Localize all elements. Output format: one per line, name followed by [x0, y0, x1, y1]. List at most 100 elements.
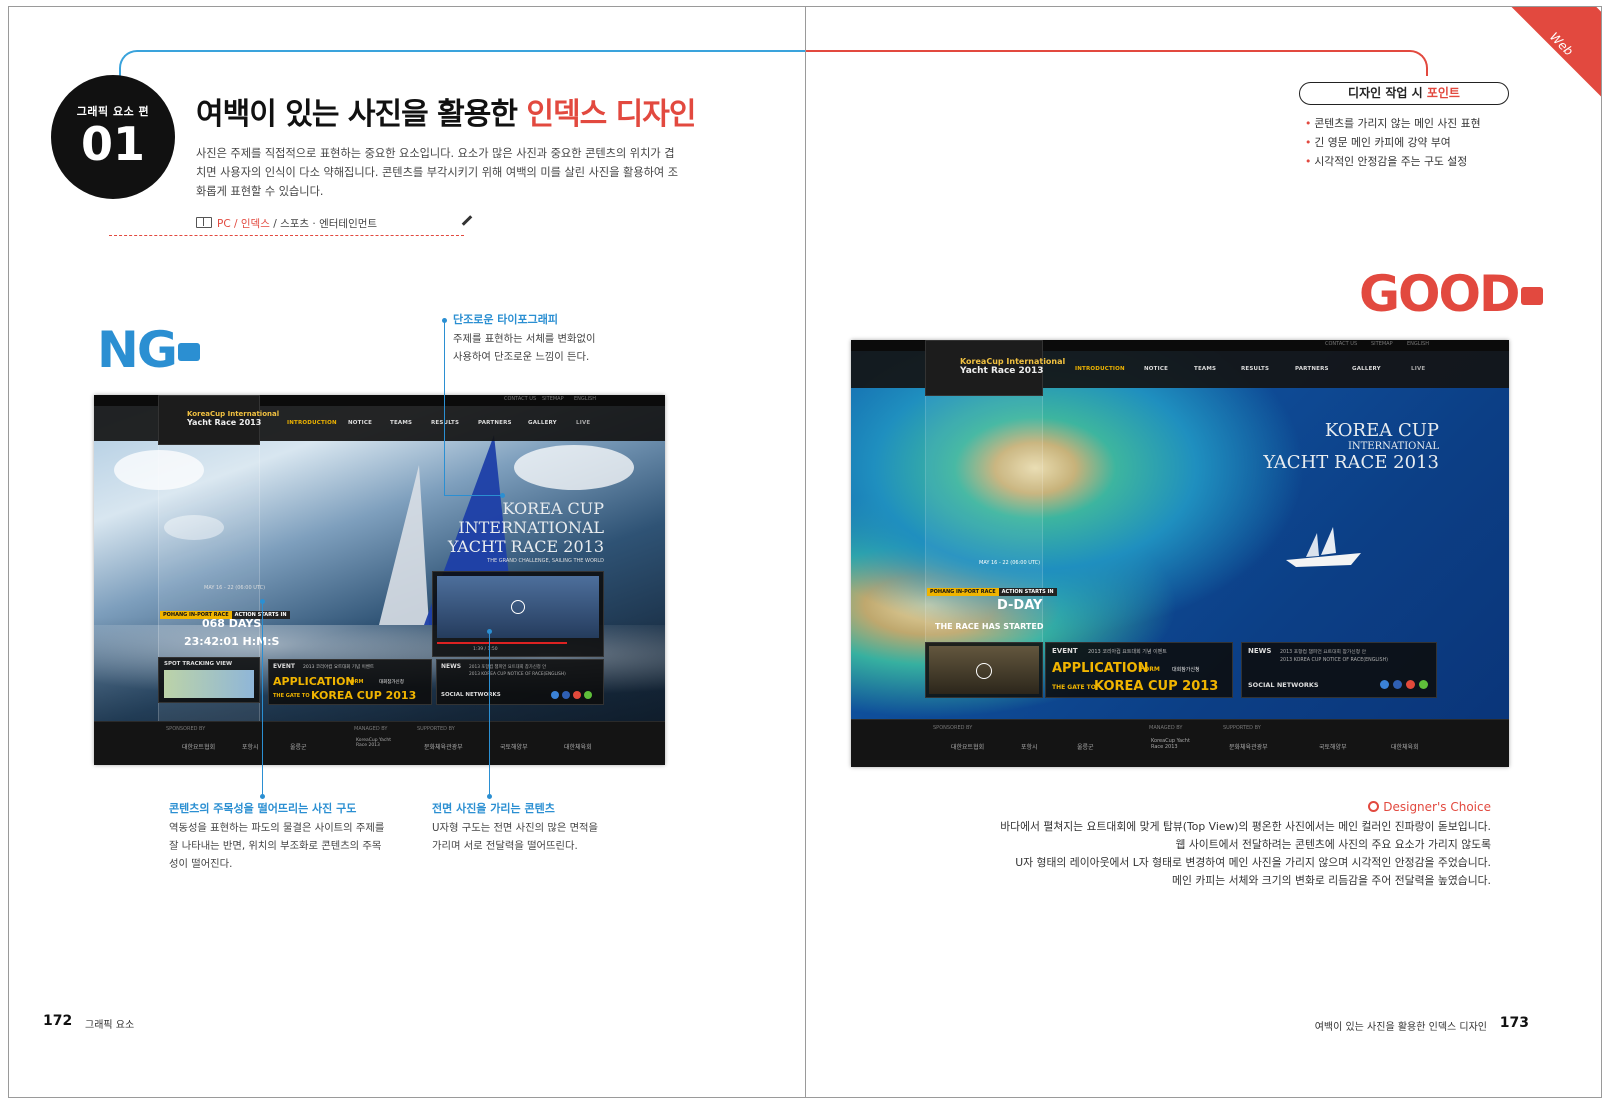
cloud-shape [514, 445, 634, 490]
util-english[interactable]: ENGLISH [574, 396, 596, 402]
facebook-icon[interactable] [1393, 680, 1402, 689]
page-name-right: 여백이 있는 사진을 활용한 인덱스 디자인 [1314, 1022, 1487, 1033]
util-sitemap[interactable]: SITEMAP [542, 396, 564, 402]
menu-results[interactable]: RESULTS [431, 420, 459, 426]
event-panel[interactable]: EVENT 2013 코리아컵 요트대회 기념 이벤트 APPLICATION … [268, 659, 432, 705]
facebook-icon[interactable] [562, 691, 570, 699]
crumb-sep: / [230, 218, 241, 230]
callout-dot [260, 794, 265, 799]
callout-dot [260, 599, 265, 604]
breadcrumb: PC / 인덱스 / 스포츠 · 엔터테인먼트 [196, 216, 377, 231]
choice-line: U자 형태의 레이아웃에서 L자 형태로 변경하여 메인 사진을 가리지 않으며… [1015, 856, 1491, 869]
sponsor-logo[interactable]: KoreaCup Yacht Race 2013 [356, 738, 396, 748]
page-name-left: 그래픽 요소 [85, 1020, 135, 1031]
video-panel[interactable]: 1:39 / 1:50 [432, 571, 604, 657]
menu-gallery[interactable]: GALLERY [528, 420, 557, 426]
twitter-icon[interactable] [1380, 680, 1389, 689]
jib-sail-shape [379, 465, 429, 625]
menu-teams[interactable]: TEAMS [1194, 366, 1216, 372]
sponsor-logo[interactable]: 국토해양부 [500, 742, 528, 751]
news-item-2[interactable]: 2013 KOREA CUP NOTICE OF RACE(ENGLISH) [1280, 658, 1388, 663]
guide-line-red [806, 50, 1428, 76]
supported-label: SUPPORTED BY [1223, 725, 1261, 731]
social-title: SOCIAL NETWORKS [441, 692, 501, 698]
video-time: 1:39 / 1:50 [473, 647, 498, 652]
point-title: 디자인 작업 시 [1348, 86, 1427, 100]
guide-line-blue [119, 50, 805, 76]
event-title: EVENT [1052, 647, 1078, 655]
social-title: SOCIAL NETWORKS [1248, 681, 1319, 689]
application-text: APPLICATION [273, 675, 355, 688]
application-ko: 대회참가신청 [379, 680, 404, 685]
sponsor-logo[interactable]: 문화체육관광부 [424, 742, 463, 751]
news-item-1[interactable]: 2013 포항컵 챔피언 요트대회 참가신청 안 [1280, 648, 1366, 655]
menu-partners[interactable]: PARTNERS [478, 420, 512, 426]
annotation-line: 성이 떨어진다. [169, 858, 233, 870]
util-sitemap[interactable]: SITEMAP [1371, 341, 1393, 347]
twitter-icon[interactable] [551, 691, 559, 699]
point-accent: 포인트 [1426, 86, 1460, 100]
menu-introduction[interactable]: INTRODUCTION [1075, 366, 1125, 372]
menu-teams[interactable]: TEAMS [390, 420, 412, 426]
page-title: 여백이 있는 사진을 활용한 인덱스 디자인 [196, 89, 696, 133]
sponsor-logo[interactable]: 대한체육회 [1391, 742, 1419, 751]
design-point-box: 디자인 작업 시 포인트 [1299, 82, 1509, 105]
menu-gallery[interactable]: GALLERY [1352, 366, 1381, 372]
sponsor-logo[interactable]: 국토해양부 [1319, 742, 1347, 751]
wavy-underline [109, 230, 464, 236]
sponsor-logo[interactable]: 대한요트협회 [182, 742, 215, 751]
menu-notice[interactable]: NOTICE [1144, 366, 1168, 372]
youtube-icon[interactable] [1406, 680, 1415, 689]
play-icon[interactable] [511, 600, 525, 614]
sponsor-logo[interactable]: 문화체육관광부 [1229, 742, 1268, 751]
menu-notice[interactable]: NOTICE [348, 420, 372, 426]
sponsor-logo[interactable]: 울릉군 [290, 742, 307, 751]
site-logo[interactable]: KoreaCup International Yacht Race 2013 [925, 340, 1065, 396]
sponsor-logo[interactable]: 포항시 [242, 742, 259, 751]
news-item-1[interactable]: 2013 포항컵 챔피언 요트대회 참가신청 안 [469, 664, 546, 670]
hero-tagline: THE GRAND CHALLENGE, SAILING THE WORLD [487, 558, 604, 564]
menu-live[interactable]: LIVE [576, 420, 590, 426]
title-main: 여백이 있는 사진을 활용한 [196, 97, 527, 132]
callout-line [444, 320, 445, 495]
tracking-panel[interactable]: SPOT TRACKING VIEW [158, 657, 260, 703]
sponsor-logo[interactable]: KoreaCup Yacht Race 2013 [1151, 738, 1197, 750]
annotation-line: 가리며 서로 전달력을 떨어뜨린다. [432, 840, 578, 852]
sponsor-logo[interactable]: 포항시 [1021, 742, 1038, 751]
book-icon [196, 217, 212, 228]
thumbs-up-icon [1520, 287, 1543, 305]
news-title: NEWS [1248, 647, 1272, 655]
youtube-icon[interactable] [573, 691, 581, 699]
video-panel[interactable] [925, 642, 1043, 698]
callout-dot [487, 794, 492, 799]
gate-text: THE GATE TO [273, 693, 310, 699]
site-logo[interactable]: KoreaCup International Yacht Race 2013 [158, 395, 279, 445]
blog-icon[interactable] [1419, 680, 1428, 689]
video-progress[interactable] [437, 642, 567, 644]
crumb-category: 스포츠 · 엔터테인먼트 [280, 218, 378, 230]
hero-line3: YACHT RACE 2013 [1263, 452, 1439, 473]
news-panel[interactable]: NEWS 2013 포항컵 챔피언 요트대회 참가신청 안 2013 KOREA… [1241, 642, 1437, 698]
sponsor-logo[interactable]: 대한체육회 [564, 742, 592, 751]
sponsor-logo[interactable]: 울릉군 [1077, 742, 1094, 751]
page-number-left: 172 [43, 1013, 73, 1029]
play-icon[interactable] [976, 663, 992, 679]
menu-partners[interactable]: PARTNERS [1295, 366, 1329, 372]
blog-icon[interactable] [584, 691, 592, 699]
annotation-title-typo: 단조로운 타이포그래피 [453, 313, 559, 326]
menu-introduction[interactable]: INTRODUCTION [287, 420, 337, 426]
menu-live[interactable]: LIVE [1411, 366, 1425, 372]
sponsor-logo[interactable]: 대한요트협회 [951, 742, 984, 751]
callout-dot [442, 318, 447, 323]
news-item-2[interactable]: 2013 KOREA CUP NOTICE OF RACE(ENGLISH) [469, 672, 566, 677]
util-contact[interactable]: CONTACT US [1325, 341, 1357, 347]
design-point-list: 콘텐츠를 가리지 않는 메인 사진 표현 긴 영문 메인 카피에 강약 부여 시… [1305, 114, 1480, 171]
util-contact[interactable]: CONTACT US [504, 396, 536, 402]
hero-line2: INTERNATIONAL [1347, 441, 1439, 452]
news-panel[interactable]: NEWS 2013 포항컵 챔피언 요트대회 참가신청 안 2013 KOREA… [436, 659, 604, 705]
annotation-line: 주제를 표현하는 서체를 변화없이 [453, 333, 596, 345]
event-panel[interactable]: EVENT 2013 코리아컵 요트대회 기념 이벤트 APPLICATION … [1045, 642, 1233, 698]
pen-icon [461, 215, 473, 226]
menu-results[interactable]: RESULTS [1241, 366, 1269, 372]
util-english[interactable]: ENGLISH [1407, 341, 1429, 347]
